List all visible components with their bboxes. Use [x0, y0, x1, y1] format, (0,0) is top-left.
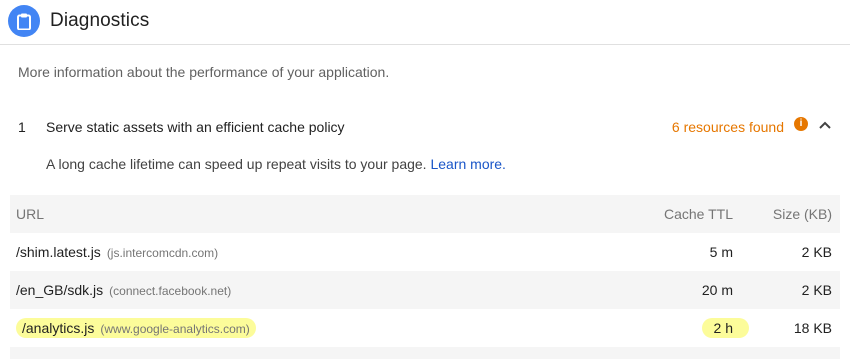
- header-divider: [0, 44, 850, 45]
- url-host: (connect.facebook.net): [109, 284, 232, 298]
- clipboard-icon: [8, 5, 40, 37]
- url-path: /shim.latest.js: [16, 244, 101, 260]
- section-header: Diagnostics: [8, 4, 149, 38]
- diagnostics-panel: Diagnostics More information about the p…: [0, 0, 850, 359]
- url-cell[interactable]: /shim.latest.js (js.intercomcdn.com): [16, 233, 218, 272]
- table-row-partial: [10, 347, 840, 359]
- audit-index: 1: [18, 119, 26, 135]
- table-row: /en_GB/sdk.js (connect.facebook.net) 20 m…: [10, 271, 840, 309]
- url-cell[interactable]: /en_GB/sdk.js (connect.facebook.net): [16, 271, 231, 310]
- column-header-size[interactable]: Size (KB): [773, 195, 832, 233]
- resources-table: URL Cache TTL Size (KB) /shim.latest.js (…: [10, 195, 840, 359]
- url-path: /en_GB/sdk.js: [16, 282, 104, 298]
- section-description: More information about the performance o…: [18, 64, 390, 80]
- size-cell: 2 KB: [801, 244, 832, 260]
- warning-info-icon: i: [794, 117, 808, 131]
- audit-title[interactable]: Serve static assets with an efficient ca…: [46, 119, 345, 135]
- cache-ttl-cell: 2 h: [701, 309, 749, 347]
- table-row: /analytics.js (www.google-analytics.com) …: [10, 309, 840, 347]
- highlight-marker: /analytics.js (www.google-analytics.com): [16, 318, 256, 338]
- url-host: (www.google-analytics.com): [100, 322, 250, 336]
- table-header-row: URL Cache TTL Size (KB): [10, 195, 840, 233]
- chevron-up-icon[interactable]: [818, 120, 832, 130]
- column-header-cache-ttl[interactable]: Cache TTL: [664, 195, 733, 233]
- url-host: (js.intercomcdn.com): [106, 246, 219, 260]
- size-cell: 18 KB: [793, 320, 832, 336]
- cache-ttl-cell: 5 m: [709, 244, 733, 260]
- audit-description: A long cache lifetime can speed up repea…: [46, 156, 506, 172]
- section-title: Diagnostics: [50, 10, 150, 31]
- column-header-url[interactable]: URL: [16, 195, 44, 233]
- cache-ttl-cell: 20 m: [701, 282, 733, 298]
- highlight-marker: 2 h: [701, 318, 749, 338]
- size-cell: 2 KB: [801, 282, 832, 298]
- audit-row[interactable]: 1 Serve static assets with an efficient …: [0, 110, 850, 144]
- audit-summary: 6 resources found: [671, 119, 784, 135]
- audit-description-text: A long cache lifetime can speed up repea…: [46, 156, 427, 172]
- learn-more-link[interactable]: Learn more.: [430, 156, 505, 172]
- url-path: /analytics.js: [22, 320, 95, 336]
- url-cell[interactable]: /analytics.js (www.google-analytics.com): [16, 309, 256, 348]
- table-row: /shim.latest.js (js.intercomcdn.com) 5 m …: [10, 233, 840, 271]
